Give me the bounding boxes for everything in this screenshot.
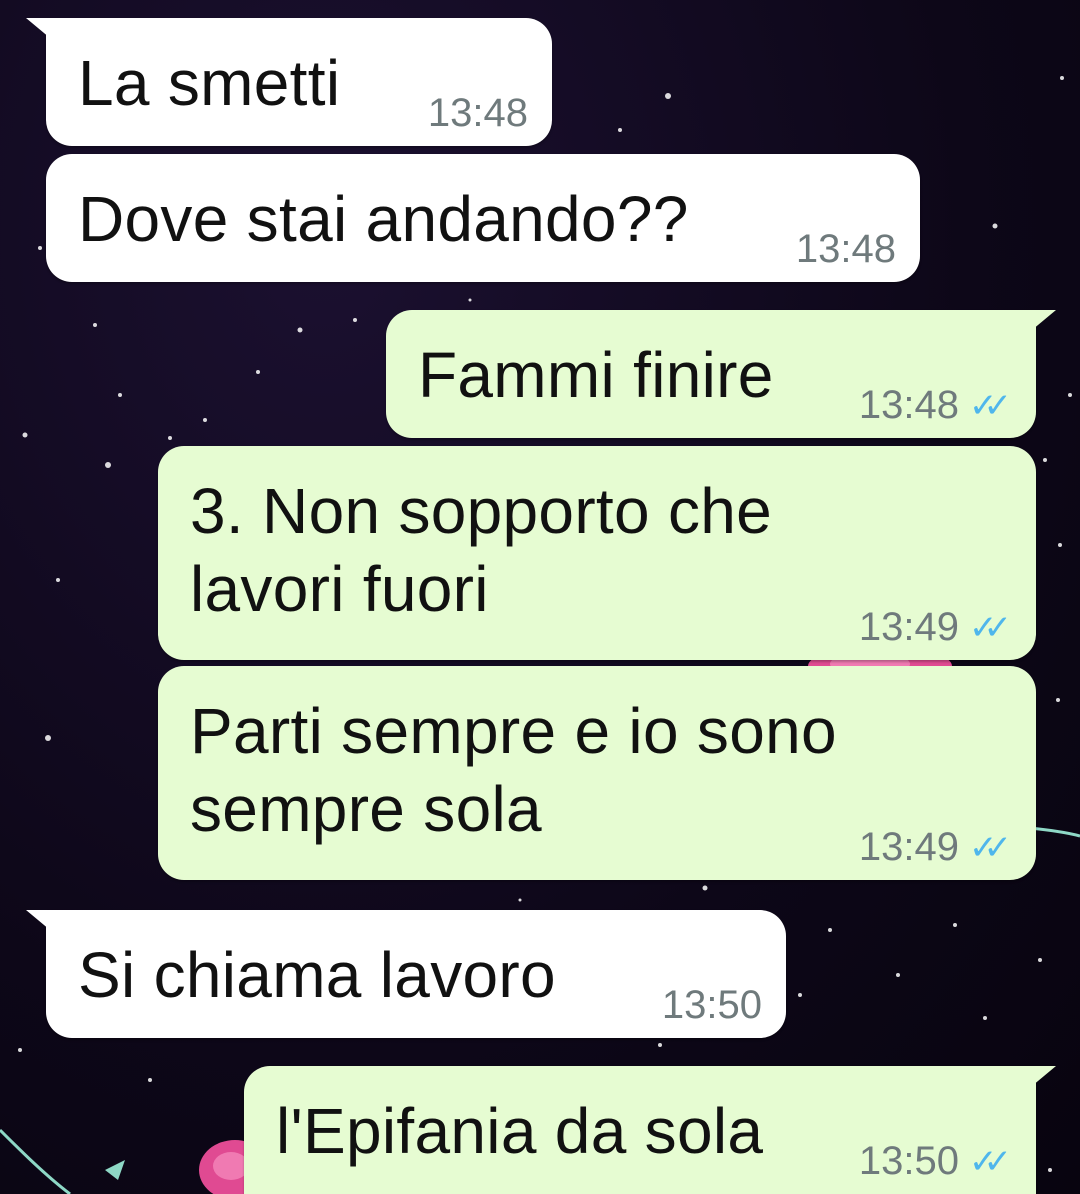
message-meta: 13:48 ✓✓ — [859, 383, 1012, 428]
message-text: Dove stai andando?? — [78, 183, 689, 255]
message-time: 13:50 — [858, 1139, 960, 1183]
outgoing-message[interactable]: 3. Non sopporto che lavori fuori 13:49 ✓… — [158, 446, 1036, 660]
message-time: 13:48 — [795, 227, 896, 271]
double-check-icon: ✓✓ — [969, 386, 1012, 425]
outgoing-message[interactable]: Fammi finire 13:48 ✓✓ — [386, 310, 1056, 438]
bubble-tail — [1020, 310, 1056, 340]
incoming-message[interactable]: La smetti 13:48 — [26, 18, 552, 146]
incoming-message[interactable]: Si chiama lavoro 13:50 — [26, 910, 786, 1038]
message-time: 13:49 — [858, 605, 960, 649]
message-meta: 13:48 — [796, 227, 896, 272]
outgoing-message[interactable]: Parti sempre e io sono sempre sola 13:49… — [158, 666, 1036, 880]
message-meta: 13:48 — [428, 91, 528, 136]
message-time: 13:50 — [661, 983, 762, 1027]
message-time: 13:48 — [427, 91, 528, 135]
message-text: Fammi finire — [418, 339, 774, 411]
message-meta: 13:50 — [662, 983, 762, 1028]
bubble-tail — [26, 910, 62, 940]
bubble-tail — [1020, 1066, 1056, 1096]
message-time: 13:48 — [858, 383, 960, 427]
message-text: 3. Non sopporto che lavori fuori — [190, 475, 773, 625]
message-text: La smetti — [78, 47, 341, 119]
bubble-tail — [26, 18, 62, 48]
message-text: Parti sempre e io sono sempre sola — [190, 695, 837, 845]
double-check-icon: ✓✓ — [969, 1142, 1012, 1181]
double-check-icon: ✓✓ — [969, 828, 1012, 867]
message-time: 13:49 — [858, 825, 960, 869]
message-text: l'Epifania da sola — [276, 1095, 764, 1167]
double-check-icon: ✓✓ — [969, 608, 1012, 647]
outgoing-message[interactable]: l'Epifania da sola 13:50 ✓✓ — [244, 1066, 1056, 1194]
message-text: Si chiama lavoro — [78, 939, 556, 1011]
message-meta: 13:50 ✓✓ — [859, 1139, 1012, 1184]
message-meta: 13:49 ✓✓ — [859, 825, 1012, 870]
message-meta: 13:49 ✓✓ — [859, 605, 1012, 650]
incoming-message[interactable]: Dove stai andando?? 13:48 — [46, 154, 920, 282]
